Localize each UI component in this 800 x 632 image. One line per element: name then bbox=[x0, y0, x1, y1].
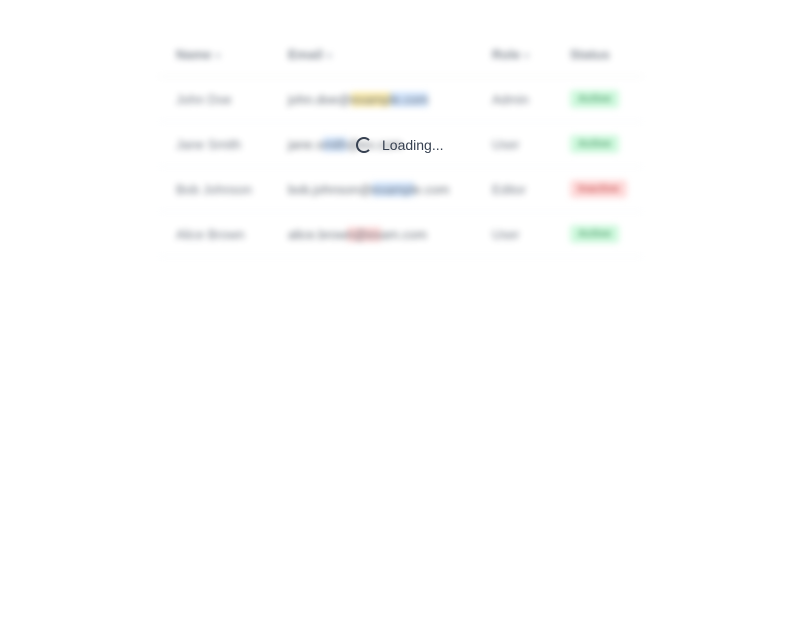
cell-status: Active bbox=[554, 211, 642, 257]
cell-role: Admin bbox=[476, 76, 554, 122]
email-part: john.doe@ bbox=[288, 91, 352, 107]
cell-name: John Doe bbox=[160, 76, 272, 122]
status-badge: Inactive bbox=[570, 180, 627, 198]
cell-status: Inactive bbox=[554, 166, 642, 212]
email-part: alice.brow bbox=[288, 226, 347, 242]
cell-role: Editor bbox=[476, 166, 554, 212]
cell-status: Active bbox=[554, 76, 642, 122]
cell-name: Jane Smith bbox=[160, 121, 272, 167]
cell-status: Active bbox=[554, 121, 642, 167]
email-part: am.com bbox=[380, 226, 427, 242]
column-header-label: Email bbox=[288, 46, 323, 62]
status-badge: Active bbox=[570, 90, 620, 108]
sort-arrow-icon: ▾ bbox=[215, 50, 221, 62]
page: Name ▾ Email ▾ Role ▾ Status John Doe john.… bbox=[0, 0, 800, 632]
table-header-row: Name ▾ Email ▾ Role ▾ Status bbox=[160, 32, 642, 77]
cell-role: User bbox=[476, 211, 554, 257]
column-header-email[interactable]: Email ▾ bbox=[272, 32, 476, 77]
loading-text: Loading... bbox=[382, 137, 444, 153]
column-header-status[interactable]: Status bbox=[554, 32, 642, 77]
table-row[interactable]: Bob Johnson bob.johnson@example.com Edit… bbox=[160, 166, 642, 212]
table-row[interactable]: Alice Brown alice.brown@exam.com User Ac… bbox=[160, 211, 642, 257]
email-part: e.com bbox=[413, 181, 450, 197]
column-header-label: Role bbox=[492, 46, 521, 62]
cell-name: Bob Johnson bbox=[160, 166, 272, 212]
status-badge: Active bbox=[570, 135, 620, 153]
cell-role: User bbox=[476, 121, 554, 167]
column-header-role[interactable]: Role ▾ bbox=[476, 32, 554, 77]
email-part: exampl bbox=[372, 181, 414, 197]
cell-email: john.doe@example.com bbox=[272, 76, 476, 122]
email-part: n@ex bbox=[346, 226, 381, 242]
cell-email: alice.brown@exam.com bbox=[272, 211, 476, 257]
cell-email: bob.johnson@example.com bbox=[272, 166, 476, 212]
email-part: mith bbox=[322, 136, 348, 152]
email-part: bob.johnson@ bbox=[288, 181, 373, 197]
column-header-label: Name bbox=[176, 46, 212, 62]
table-row[interactable]: John Doe john.doe@example.com Admin Acti… bbox=[160, 76, 642, 122]
column-header-name[interactable]: Name ▾ bbox=[160, 32, 272, 77]
spinner-icon bbox=[356, 137, 372, 153]
sort-arrow-icon: ▾ bbox=[326, 50, 332, 62]
sort-arrow-icon: ▾ bbox=[524, 50, 530, 62]
email-part: jane.s bbox=[288, 136, 323, 152]
email-part: examp bbox=[351, 91, 391, 107]
column-header-label: Status bbox=[570, 46, 610, 62]
status-badge: Active bbox=[570, 225, 620, 243]
email-part: le.com bbox=[390, 91, 429, 107]
loading-overlay: Loading... bbox=[356, 134, 444, 156]
cell-name: Alice Brown bbox=[160, 211, 272, 257]
